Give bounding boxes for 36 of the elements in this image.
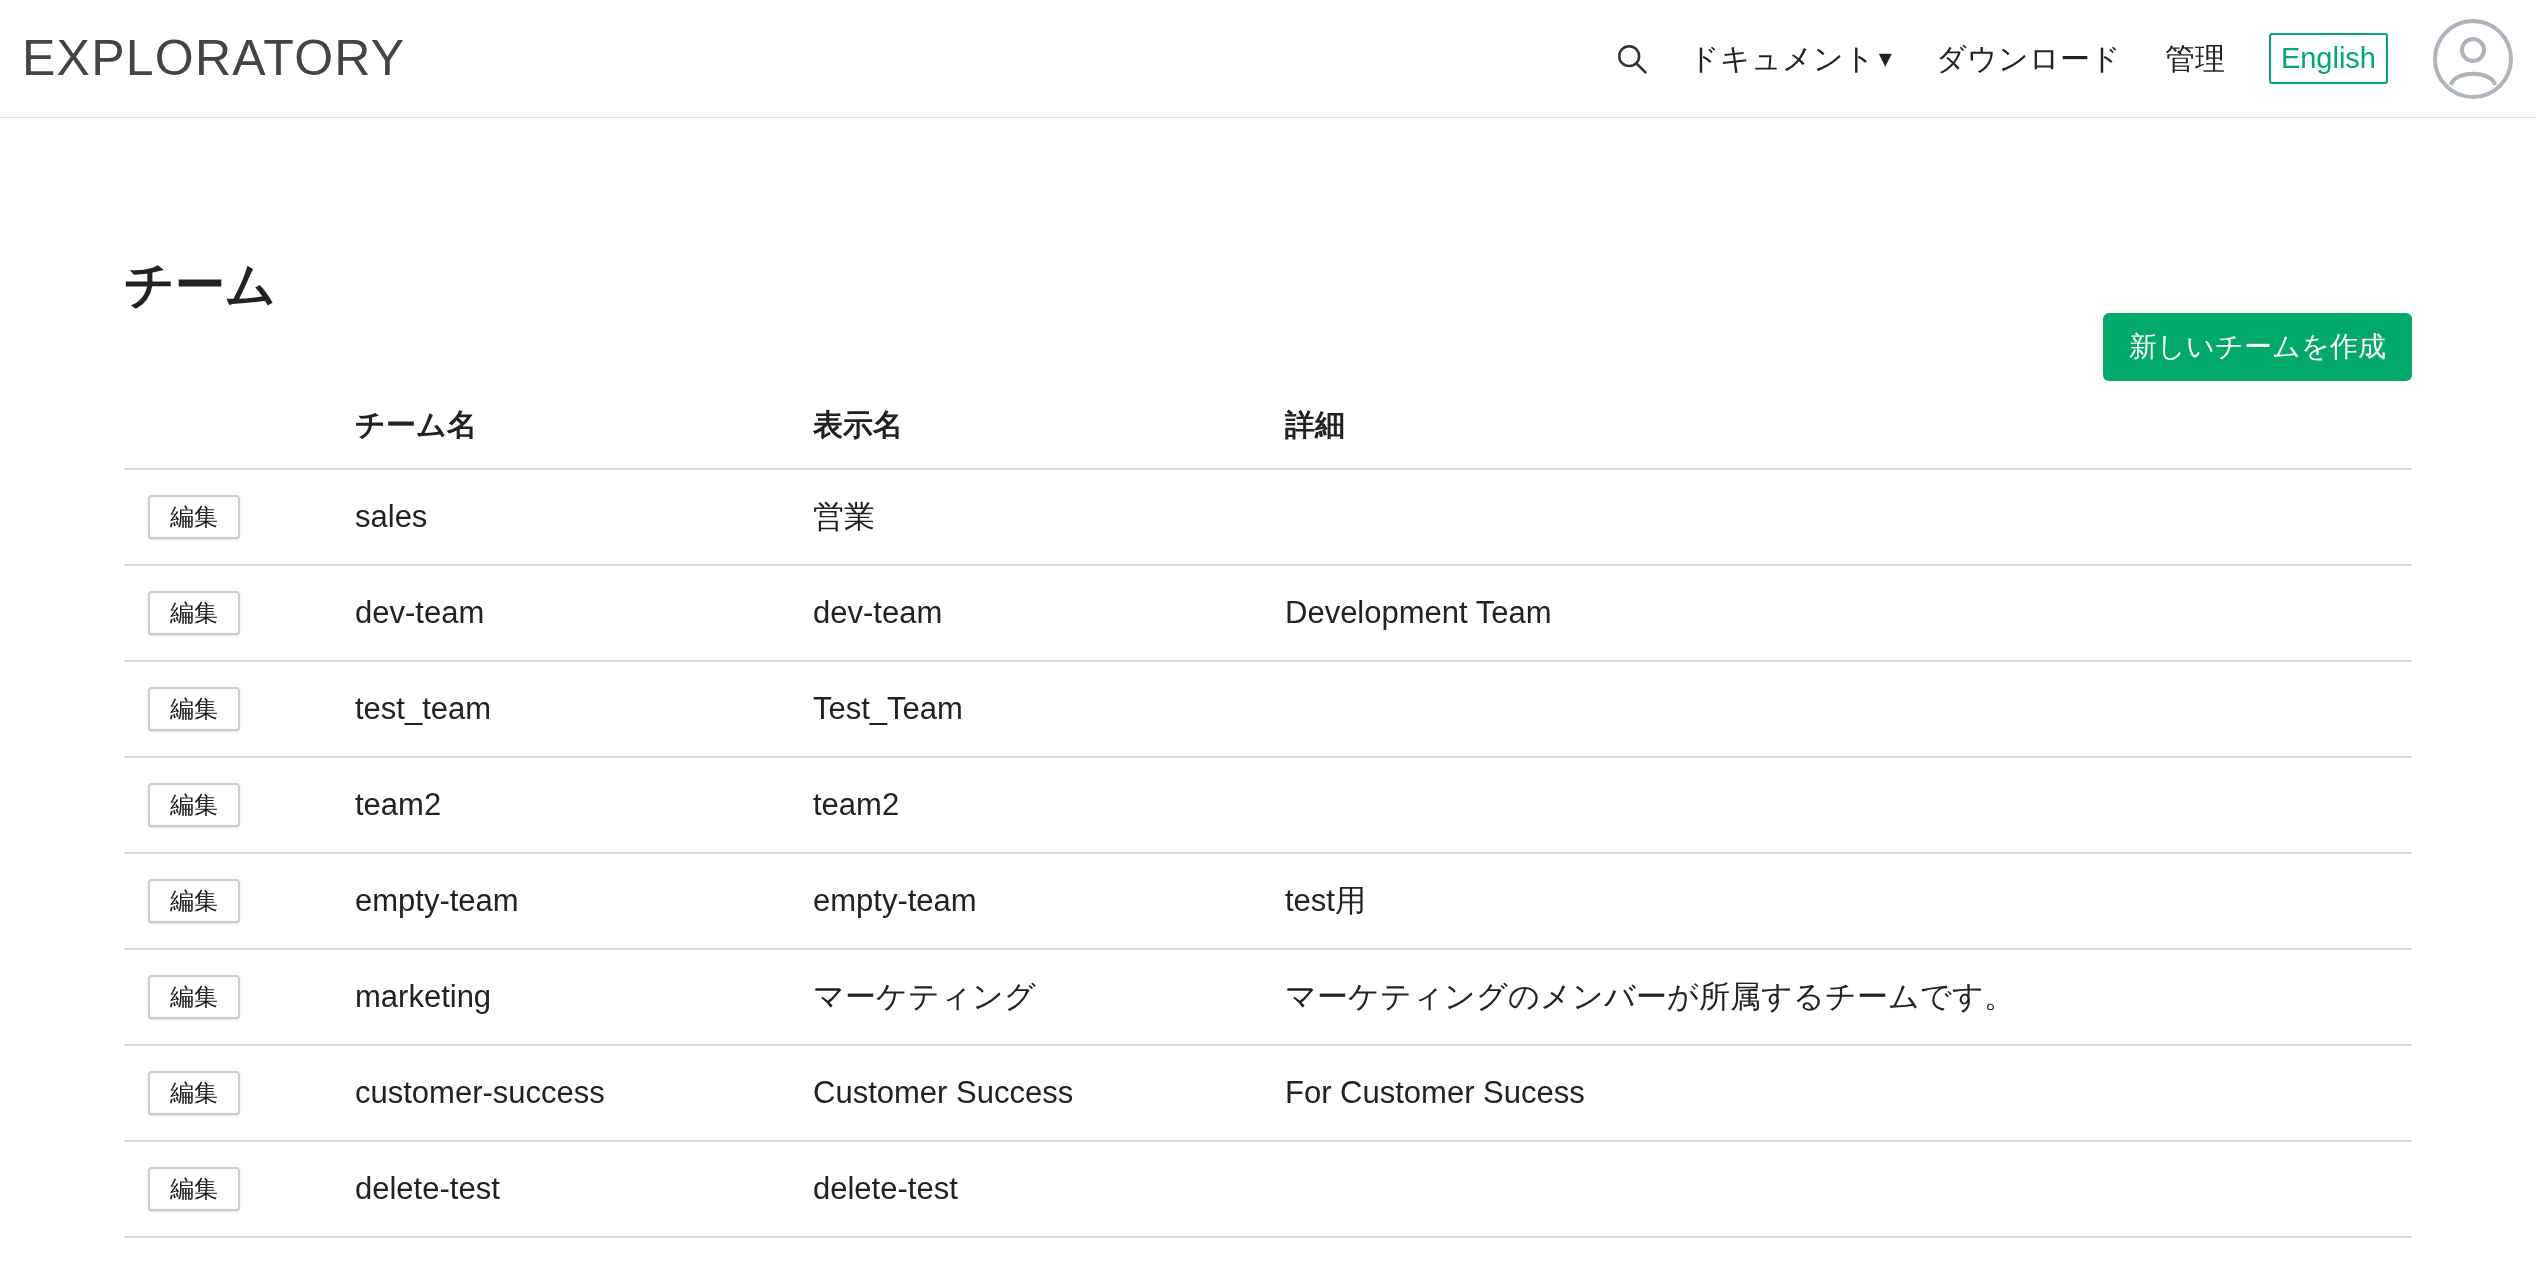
table-cell: delete-test [813,1170,958,1206]
column-header: チーム名 [355,407,477,442]
table-cell: For Customer Sucess [1285,1074,1585,1110]
nav-link[interactable]: 管理 [2164,36,2225,81]
nav-link[interactable]: ダウンロード [1935,36,2121,81]
column-header: 詳細 [1285,407,1345,442]
table-cell: sales [355,498,428,534]
table-cell: Test_Team [813,690,963,726]
table-cell: 営業 [813,498,875,534]
table-cell: test用 [1285,882,1366,918]
table-cell: team2 [813,786,900,822]
logo[interactable]: EXPLORATORY [22,21,406,96]
table-cell: empty-team [813,882,977,918]
table-cell: Development Team [1285,594,1552,630]
edit-button[interactable]: 編集 [148,1071,240,1115]
table-cell: empty-team [355,882,519,918]
table-cell: dev-team [355,594,485,630]
table-cell: dev-team [813,594,943,630]
table-cell: customer-success [355,1074,605,1110]
edit-button[interactable]: 編集 [148,879,240,923]
table-cell: team2 [355,786,442,822]
table-cell: test_team [355,690,492,726]
table-cell: marketing [355,978,492,1014]
edit-button[interactable]: 編集 [148,495,240,539]
table-cell: Customer Success [813,1074,1074,1110]
edit-button[interactable]: 編集 [148,687,240,731]
edit-button[interactable]: 編集 [148,1167,240,1211]
table-cell: マーケティング [813,978,1036,1014]
edit-button[interactable]: 編集 [148,975,240,1019]
page-title: チーム [124,255,277,316]
edit-button[interactable]: 編集 [148,783,240,827]
documents-menu[interactable]: ドキュメント▾ [1688,36,1892,81]
edit-button[interactable]: 編集 [148,591,240,635]
column-header: 表示名 [813,407,903,442]
table-cell: delete-test [355,1170,500,1206]
table-cell: マーケティングのメンバーが所属するチームです。 [1285,978,2015,1014]
